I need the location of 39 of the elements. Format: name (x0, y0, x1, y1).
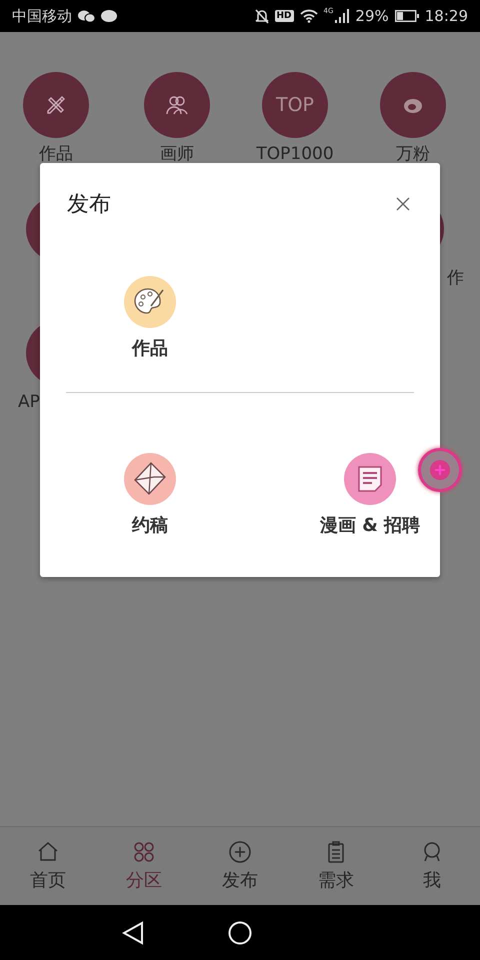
publish-option[interactable]: 约稿 (80, 393, 220, 537)
signal-icon (335, 9, 350, 23)
tab[interactable]: 我 (384, 827, 480, 905)
people-icon (166, 95, 188, 115)
message-icon (101, 10, 117, 22)
home-icon (36, 840, 60, 864)
plus-circle-icon (228, 840, 252, 864)
category-label: 作 (447, 268, 464, 288)
tab[interactable]: 首页 (0, 827, 96, 905)
hd-badge: HD (274, 10, 294, 22)
weibo-icon (403, 96, 423, 114)
back-icon[interactable] (122, 921, 144, 945)
category-label: TOP1000 (256, 144, 334, 164)
category-label: 作品 (39, 144, 73, 164)
document-icon (344, 453, 396, 505)
pencil-ruler-icon (45, 94, 67, 116)
palette-icon (124, 276, 176, 328)
tab[interactable]: 发布 (192, 827, 288, 905)
category-label: 画师 (160, 144, 194, 164)
category-label: AP (18, 392, 40, 412)
envelope-icon (124, 453, 176, 505)
battery-icon (394, 10, 419, 22)
clock: 18:29 (424, 7, 468, 25)
wifi-icon (300, 9, 318, 23)
dialog-title: 发布 (67, 191, 111, 219)
home-button-icon[interactable] (228, 921, 252, 945)
category-circle[interactable]: TOP (262, 72, 328, 138)
battery-level: 29% (355, 7, 389, 25)
carrier-name: 中国移动 (12, 6, 72, 26)
close-icon (396, 197, 410, 211)
tab[interactable]: 需求 (288, 827, 384, 905)
category-label: 万粉 (396, 144, 430, 164)
add-button[interactable] (418, 448, 462, 492)
publish-option[interactable]: 作品 (80, 219, 220, 392)
plus-icon (430, 460, 450, 480)
mute-icon (254, 8, 269, 24)
tab[interactable]: 分区 (96, 827, 192, 905)
grid-icon (132, 840, 156, 864)
chat-icon (78, 10, 95, 22)
